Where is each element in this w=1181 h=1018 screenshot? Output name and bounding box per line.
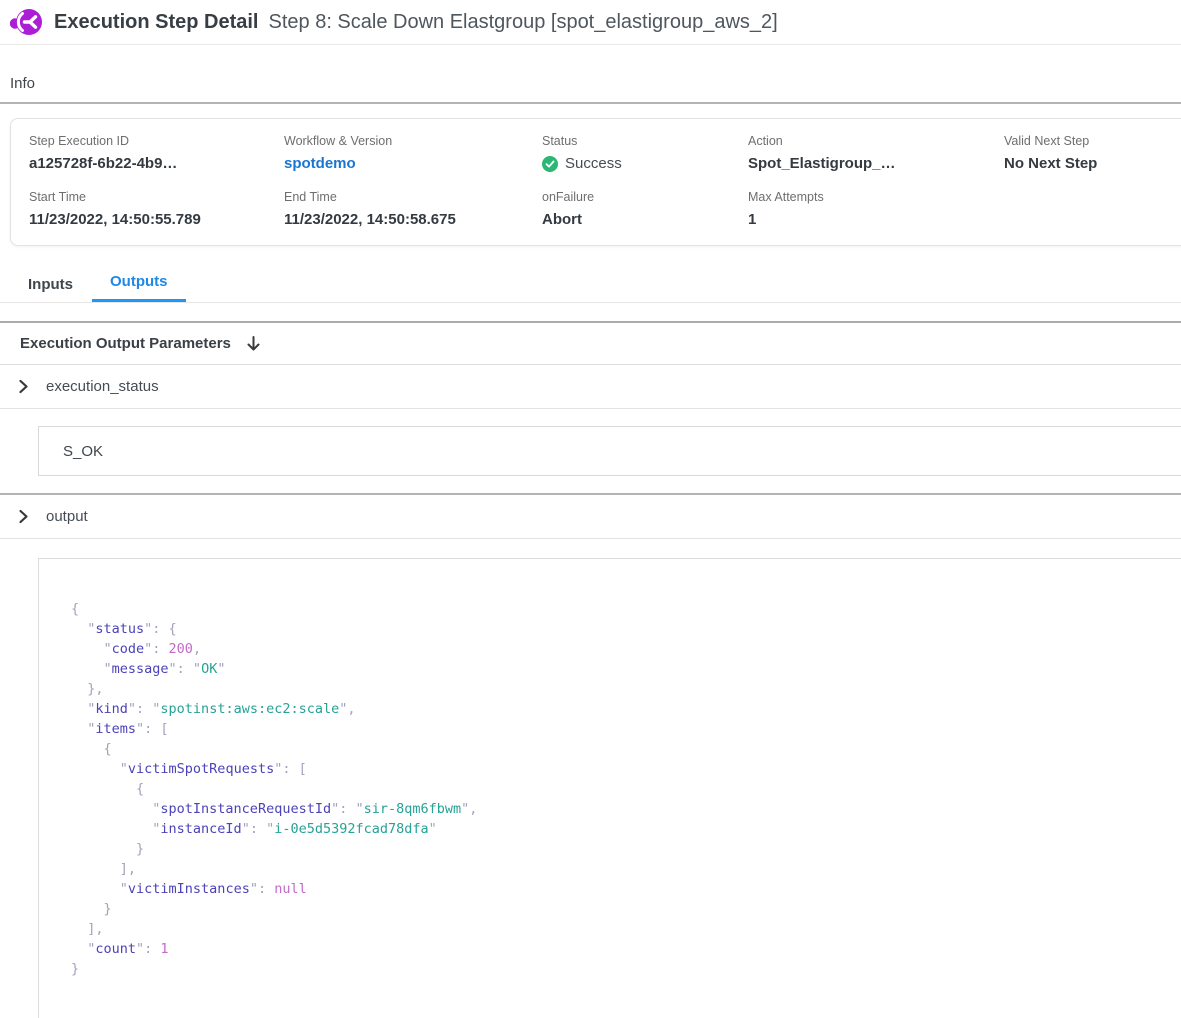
field-action: Action Spot_Elastigroup_… xyxy=(748,134,1004,172)
param-row-execution-status[interactable]: execution_status xyxy=(0,365,1181,409)
chevron-right-icon xyxy=(16,379,31,394)
field-status: Status Success xyxy=(542,134,748,172)
field-label: Max Attempts xyxy=(748,190,1004,204)
field-onfailure: onFailure Abort xyxy=(542,190,748,228)
page-subtitle: Step 8: Scale Down Elastgroup [spot_elas… xyxy=(269,11,778,34)
field-label: End Time xyxy=(284,190,542,204)
field-value: No Next Step xyxy=(1004,155,1181,172)
field-value: 1 xyxy=(748,211,1004,228)
param-name: output xyxy=(46,508,88,525)
field-label: Status xyxy=(542,134,748,148)
tab-outputs[interactable]: Outputs xyxy=(92,267,186,302)
field-label: Valid Next Step xyxy=(1004,134,1181,148)
execution-status-value-box: S_OK xyxy=(38,426,1181,476)
app-logo-icon xyxy=(10,8,42,36)
param-name: execution_status xyxy=(46,378,159,395)
field-valid-next-step: Valid Next Step No Next Step xyxy=(1004,134,1181,172)
chevron-right-icon xyxy=(16,509,31,524)
field-max-attempts: Max Attempts 1 xyxy=(748,190,1004,228)
field-step-execution-id: Step Execution ID a125728f-6b22-4b9… xyxy=(29,134,284,172)
field-label: Start Time xyxy=(29,190,284,204)
field-value: Spot_Elastigroup_… xyxy=(748,155,1004,172)
field-start-time: Start Time 11/23/2022, 14:50:55.789 xyxy=(29,190,284,228)
check-circle-icon xyxy=(542,156,558,172)
tab-bar: Inputs Outputs xyxy=(0,267,1181,303)
tab-inputs[interactable]: Inputs xyxy=(28,270,73,302)
app-header: Execution Step Detail Step 8: Scale Down… xyxy=(0,0,1181,45)
field-empty xyxy=(1004,190,1181,228)
field-label: Step Execution ID xyxy=(29,134,284,148)
arrow-down-icon[interactable] xyxy=(245,335,262,352)
field-value: a125728f-6b22-4b9… xyxy=(29,155,284,172)
info-section-label: Info xyxy=(0,45,1181,102)
field-label: Action xyxy=(748,134,1004,148)
status-text: Success xyxy=(565,155,622,172)
page-title: Execution Step Detail xyxy=(54,11,259,34)
execution-status-value: S_OK xyxy=(63,443,103,460)
field-label: Workflow & Version xyxy=(284,134,542,148)
output-json-code: { "status": { "code": 200, "message": "O… xyxy=(71,599,1164,979)
field-value: Abort xyxy=(542,211,748,228)
field-end-time: End Time 11/23/2022, 14:50:58.675 xyxy=(284,190,542,228)
output-parameters-header: Execution Output Parameters xyxy=(0,323,1181,365)
workflow-link[interactable]: spotdemo xyxy=(284,155,542,172)
field-workflow-version: Workflow & Version spotdemo xyxy=(284,134,542,172)
field-label: onFailure xyxy=(542,190,748,204)
param-row-output[interactable]: output xyxy=(0,495,1181,539)
field-value: 11/23/2022, 14:50:55.789 xyxy=(29,211,284,228)
status-badge: Success xyxy=(542,155,748,172)
output-json-box: { "status": { "code": 200, "message": "O… xyxy=(38,558,1181,1018)
info-divider xyxy=(0,102,1181,104)
info-card: Step Execution ID a125728f-6b22-4b9… Wor… xyxy=(10,118,1181,246)
output-parameters-title: Execution Output Parameters xyxy=(20,335,231,352)
header-titles: Execution Step Detail Step 8: Scale Down… xyxy=(54,11,778,34)
field-value: 11/23/2022, 14:50:58.675 xyxy=(284,211,542,228)
